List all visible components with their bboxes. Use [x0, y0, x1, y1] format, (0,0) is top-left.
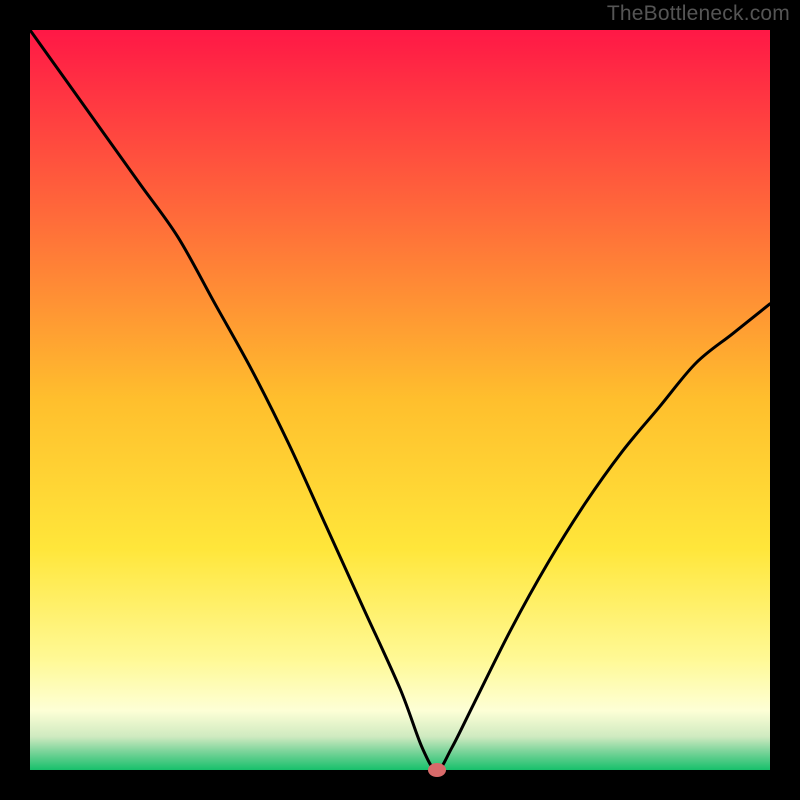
plot-background: [30, 30, 770, 770]
bottleneck-chart: [0, 0, 800, 800]
watermark-label: TheBottleneck.com: [607, 2, 790, 26]
optimal-point-marker: [428, 763, 446, 777]
chart-frame: TheBottleneck.com: [0, 0, 800, 800]
